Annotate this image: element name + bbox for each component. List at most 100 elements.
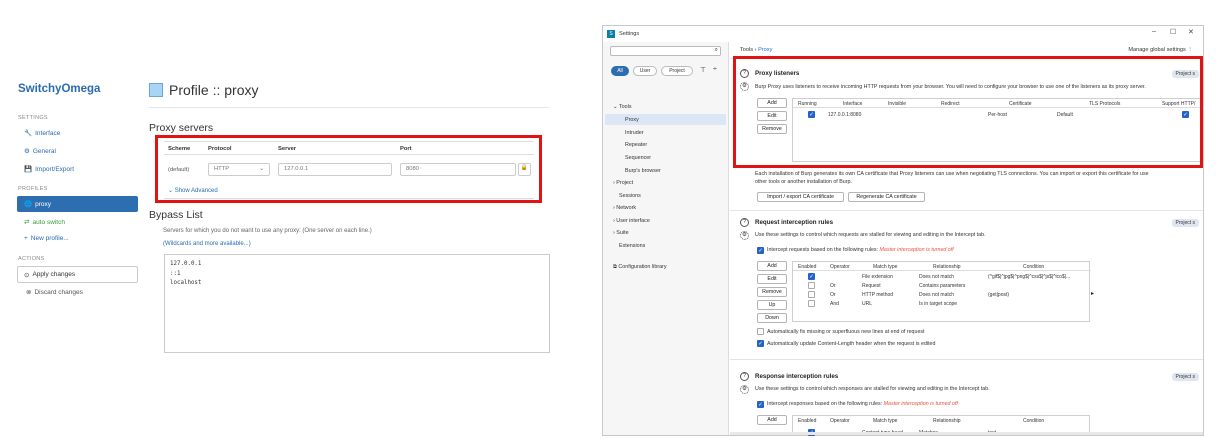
tree-item-burps-browser[interactable]: Burp's browser [625, 168, 661, 174]
tree-item-sequencer[interactable]: Sequencer [625, 155, 651, 161]
search-input[interactable]: ⌕ [610, 46, 721, 56]
search-icon: ⌕ [714, 47, 718, 53]
maximize-button[interactable]: ☐ [1170, 28, 1176, 36]
highlight-box [733, 56, 1203, 168]
section-label-profiles: PROFILES [18, 186, 48, 192]
rule-match-type: Request [862, 283, 881, 289]
minimize-button[interactable]: – [1152, 28, 1156, 35]
close-button[interactable]: ✕ [1188, 28, 1194, 36]
tree-item-project[interactable]: › Project [613, 180, 633, 186]
ca-description-2: other tools or another installation of B… [755, 179, 852, 185]
gear-icon: ⚙ [24, 148, 30, 155]
expand-all-icon[interactable]: ⊤ [700, 66, 706, 74]
horizontal-scrollbar[interactable] [730, 432, 1203, 435]
edit-rule-button[interactable]: Edit [757, 274, 787, 284]
library-icon: ⧉ [613, 264, 617, 270]
brand-logo: SwitchyOmega [18, 83, 101, 95]
tree-item-network[interactable]: › Network [613, 205, 636, 211]
tree-item-extensions[interactable]: Extensions [619, 243, 645, 249]
rule-match-type: HTTP method [862, 292, 894, 298]
rule-relationship: Does not match [919, 274, 955, 280]
intercept-requests-label: Intercept requests based on the followin… [767, 247, 954, 253]
column-header: Condition [1023, 264, 1045, 270]
check-circle-icon: ⊙ [24, 271, 30, 279]
master-interception-note: Master interception is turned off [879, 247, 954, 253]
ca-description: Each installation of Burp generates its … [755, 171, 1149, 177]
add-rule-button[interactable]: Add [757, 261, 787, 271]
wildcards-link[interactable]: (Wildcards and more available...) [163, 241, 251, 247]
tree-item-user-interface[interactable]: › User interface [613, 218, 650, 224]
section-label-settings: SETTINGS [18, 115, 48, 121]
tree-item-intruder[interactable]: Intruder [625, 130, 644, 136]
section-divider [730, 359, 1203, 360]
bypass-list-heading: Bypass List [149, 209, 203, 221]
rule-enabled-checkbox[interactable] [808, 273, 815, 280]
section-label-actions: ACTIONS [18, 256, 45, 262]
help-icon[interactable]: ? [740, 218, 749, 227]
rule-operator: Or [830, 283, 836, 289]
nav-item-proxy[interactable]: 🌐 proxy [17, 196, 138, 212]
column-header: Operator [830, 264, 850, 270]
proxy-servers-heading: Proxy servers [149, 122, 214, 134]
column-header: Enabled [798, 264, 817, 270]
apply-changes-button[interactable]: ⊙ Apply changes [17, 266, 138, 283]
fix-newlines-label: Automatically fix missing or superfluous… [767, 329, 925, 335]
column-header: Enabled [798, 418, 817, 424]
rule-enabled-checkbox[interactable] [808, 300, 815, 307]
master-interception-note: Master interception is turned off [883, 401, 958, 407]
tree-selection [605, 114, 726, 125]
tree-item-repeater[interactable]: Repeater [625, 142, 647, 148]
chevron-right-icon: › [613, 180, 615, 186]
filter-user[interactable]: User [633, 66, 657, 76]
column-header: Relationship [933, 264, 961, 270]
intercept-requests-checkbox[interactable] [757, 247, 764, 254]
filter-all[interactable]: All [611, 66, 629, 76]
discard-changes-button[interactable]: ⊗ Discard changes [26, 288, 83, 297]
bypass-entry: 127.0.0.1 [170, 261, 202, 267]
settings-gear-icon[interactable]: ⚙ [740, 385, 749, 394]
down-rule-button[interactable]: Down [757, 313, 787, 323]
globe-icon: 🌐 [24, 201, 33, 208]
tree-item-sessions[interactable]: Sessions [619, 193, 641, 199]
page-title: Profile :: proxy [149, 82, 258, 98]
manage-global-settings-link[interactable]: Manage global settings ⋮ [1128, 47, 1193, 53]
nav-item-general[interactable]: ⚙ General [24, 147, 56, 156]
bypass-list-textarea[interactable]: 127.0.0.1 ::1 localhost [164, 254, 550, 353]
collapse-all-icon[interactable]: ÷ [713, 66, 717, 73]
nav-item-interface[interactable]: 🔧 Interface [24, 129, 60, 138]
nav-item-auto-switch[interactable]: ⇄ auto switch [24, 218, 65, 227]
tree-item-tools[interactable]: ⌄ Tools [613, 104, 632, 110]
remove-rule-button[interactable]: Remove [757, 287, 787, 297]
rule-match-type: File extension [862, 274, 893, 280]
project-settings-badge: Project s [1171, 219, 1199, 227]
switch-icon: ⇄ [24, 219, 30, 226]
project-settings-badge: Project s [1171, 373, 1199, 381]
rule-operator: Or [830, 292, 836, 298]
fix-newlines-checkbox[interactable] [757, 328, 764, 335]
expand-arrow-icon[interactable]: ▸ [1091, 290, 1094, 297]
up-rule-button[interactable]: Up [757, 300, 787, 310]
settings-gear-icon[interactable]: ⚙ [740, 231, 749, 240]
column-header: Match type [873, 264, 898, 270]
regenerate-ca-button[interactable]: Regenerate CA certificate [848, 192, 925, 202]
rule-enabled-checkbox[interactable] [808, 282, 815, 289]
window-title: Settings [619, 31, 640, 37]
configuration-library-link[interactable]: ⧉ Configuration library [613, 264, 667, 271]
column-header: Match type [873, 418, 898, 424]
help-icon[interactable]: ? [740, 372, 749, 381]
rule-enabled-checkbox[interactable] [808, 291, 815, 298]
import-export-ca-button[interactable]: Import / export CA certificate [757, 192, 844, 202]
filter-project[interactable]: Project [661, 66, 693, 76]
rule-operator: And [830, 301, 839, 307]
intercept-responses-checkbox[interactable] [757, 401, 764, 408]
tree-item-suite[interactable]: › Suite [613, 230, 629, 236]
add-response-rule-button[interactable]: Add [757, 415, 787, 425]
update-content-length-checkbox[interactable] [757, 340, 764, 347]
profile-color-icon[interactable] [149, 83, 163, 97]
request-rules-heading: Request interception rules [755, 219, 834, 226]
nav-item-import-export[interactable]: 💾 Import/Export [24, 165, 74, 174]
nav-item-new-profile[interactable]: + New profile... [24, 235, 69, 242]
tree-item-proxy[interactable]: Proxy [625, 117, 639, 123]
intercept-responses-label: Intercept responses based on the followi… [767, 401, 958, 407]
response-rules-heading: Response interception rules [755, 373, 839, 380]
